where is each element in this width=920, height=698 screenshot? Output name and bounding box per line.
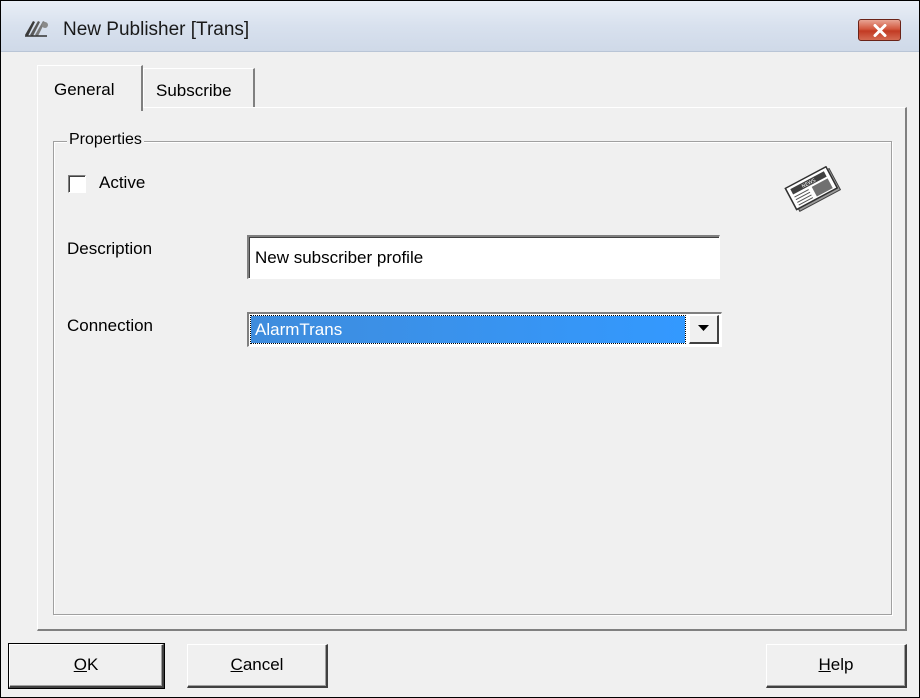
window-title: New Publisher [Trans] [63,19,250,40]
help-button[interactable]: Help [766,644,907,688]
connection-label: Connection [67,316,154,335]
close-button[interactable] [858,19,901,41]
title-bar[interactable]: New Publisher [Trans] [1,1,919,52]
properties-groupbox [53,141,892,615]
dialog-window: New Publisher [Trans] General Subscribe … [0,0,920,698]
ok-button[interactable]: OK [8,643,165,689]
tab-subscribe[interactable]: Subscribe [143,68,255,108]
help-mnemonic: H [818,655,831,674]
newspaper-icon: NEWS [781,165,847,212]
description-label: Description [67,239,153,258]
ok-label-rest: K [86,655,99,674]
description-input[interactable] [247,235,720,279]
properties-group-label: Properties [67,131,144,149]
connection-selected-value[interactable]: AlarmTrans [250,315,686,344]
tab-general-label: General [54,80,115,99]
cancel-label-rest: ancel [242,655,284,674]
app-icon [23,17,51,39]
help-label-rest: elp [830,655,854,674]
cancel-mnemonic: C [230,655,243,674]
connection-dropdown-button[interactable] [689,315,719,344]
cancel-button[interactable]: Cancel [187,644,328,688]
active-checkbox-label[interactable]: Active [99,173,145,193]
tab-subscribe-label: Subscribe [156,81,232,100]
active-checkbox[interactable] [68,175,86,193]
connection-select[interactable]: AlarmTrans [247,312,722,347]
close-icon [873,24,887,37]
tab-general[interactable]: General [37,65,143,111]
ok-mnemonic: O [73,655,87,674]
chevron-down-icon [698,325,709,331]
